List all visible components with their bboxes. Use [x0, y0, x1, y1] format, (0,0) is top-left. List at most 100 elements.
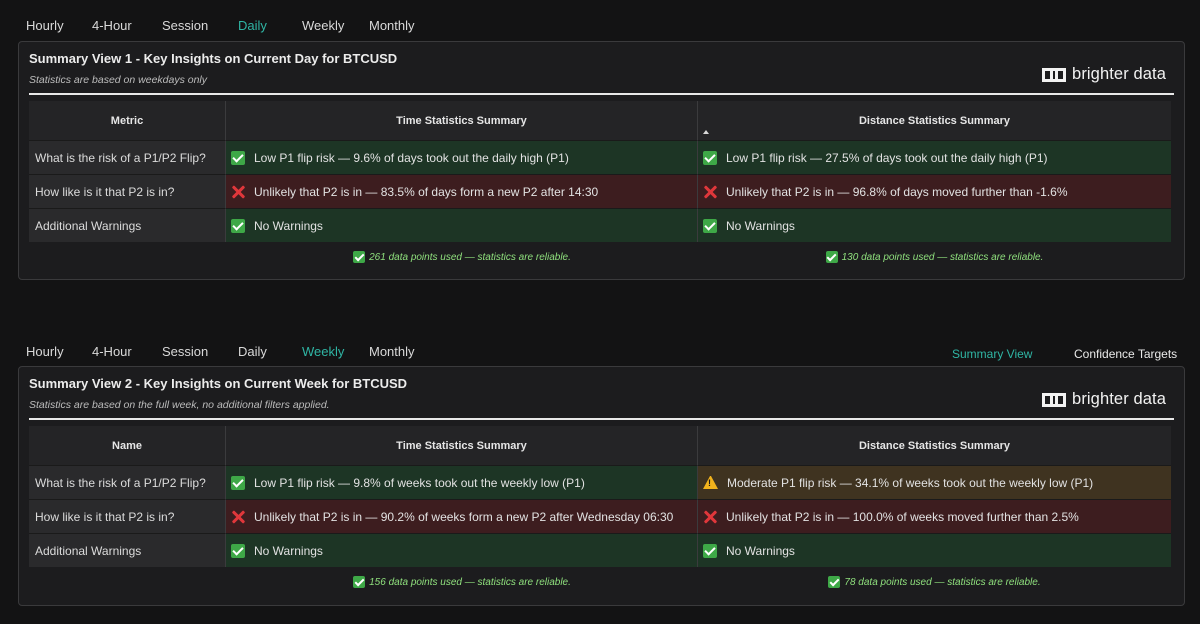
- row-label: What is the risk of a P1/P2 Flip?: [29, 140, 226, 174]
- distance-cell: No Warnings: [698, 208, 1171, 242]
- column-header-time[interactable]: Time Statistics Summary: [226, 101, 698, 140]
- cross-icon: [231, 185, 245, 199]
- table-row: How like is it that P2 is in? Unlikely t…: [29, 174, 1171, 208]
- table-header-row: Name Time Statistics Summary Distance St…: [29, 426, 1171, 465]
- check-icon: [703, 543, 717, 558]
- distance-cell: No Warnings: [698, 533, 1171, 567]
- distance-reliability-note: 130 data points used — statistics are re…: [698, 251, 1171, 263]
- distance-cell-text: No Warnings: [726, 218, 795, 233]
- time-reliability-note: 261 data points used — statistics are re…: [226, 251, 698, 263]
- column-header-distance[interactable]: Distance Statistics Summary: [698, 426, 1171, 465]
- brand-logo: brighter data: [1042, 390, 1166, 409]
- row-label: What is the risk of a P1/P2 Flip?: [29, 465, 226, 499]
- table-row: Additional Warnings No Warnings No Warni…: [29, 533, 1171, 567]
- tab-monthly[interactable]: Monthly: [369, 18, 415, 33]
- summary-table: Metric Time Statistics Summary Distance …: [29, 101, 1171, 272]
- column-header-name[interactable]: Name: [29, 426, 226, 465]
- summary-panel-2: Summary View 2 - Key Insights on Current…: [18, 366, 1185, 606]
- check-icon: [828, 576, 841, 588]
- cross-icon: [231, 510, 245, 524]
- distance-reliability-note: 78 data points used — statistics are rel…: [698, 576, 1171, 588]
- check-icon: [703, 150, 717, 165]
- time-cell-text: Unlikely that P2 is in — 90.2% of weeks …: [254, 509, 674, 524]
- time-cell: Low P1 flip risk — 9.8% of weeks took ou…: [226, 465, 698, 499]
- time-cell-text: No Warnings: [254, 218, 323, 233]
- tab-weekly[interactable]: Weekly: [302, 344, 344, 359]
- cross-icon: [703, 510, 717, 524]
- tab-session[interactable]: Session: [162, 344, 208, 359]
- table-header-row: Metric Time Statistics Summary Distance …: [29, 101, 1171, 140]
- distance-cell-text: Low P1 flip risk — 27.5% of days took ou…: [726, 150, 1048, 165]
- brighter-data-logo-icon: [1042, 67, 1067, 82]
- time-cell-text: No Warnings: [254, 543, 323, 558]
- row-label: How like is it that P2 is in?: [29, 499, 226, 533]
- table-row: How like is it that P2 is in? Unlikely t…: [29, 499, 1171, 533]
- brand-name: brighter data: [1072, 390, 1166, 408]
- reliability-footer: 156 data points used — statistics are re…: [29, 567, 1171, 597]
- time-cell-text: Low P1 flip risk — 9.6% of days took out…: [254, 150, 569, 165]
- column-header-distance-label: Distance Statistics Summary: [858, 114, 1010, 127]
- check-icon: [231, 475, 245, 490]
- time-cell-text: Low P1 flip risk — 9.8% of weeks took ou…: [254, 475, 585, 490]
- panel-title: Summary View 2 - Key Insights on Current…: [29, 376, 408, 391]
- cross-icon: [703, 185, 717, 199]
- check-icon: [825, 251, 838, 263]
- distance-cell: Unlikely that P2 is in — 96.8% of days m…: [698, 174, 1171, 208]
- check-icon: [353, 576, 366, 588]
- tab-confidence-targets[interactable]: Confidence Targets: [1074, 347, 1177, 361]
- distance-cell-text: Unlikely that P2 is in — 96.8% of days m…: [726, 184, 1068, 199]
- title-divider: [29, 418, 1174, 420]
- column-header-metric[interactable]: Metric: [29, 101, 226, 140]
- tab-session[interactable]: Session: [162, 18, 208, 33]
- row-label: Additional Warnings: [29, 208, 226, 242]
- distance-cell: Moderate P1 flip risk — 34.1% of weeks t…: [698, 465, 1171, 499]
- distance-cell-text: Moderate P1 flip risk — 34.1% of weeks t…: [727, 475, 1094, 490]
- panel-subtitle: Statistics are based on weekdays only: [29, 74, 208, 86]
- column-header-distance[interactable]: Distance Statistics Summary: [698, 101, 1171, 140]
- check-icon: [353, 251, 366, 263]
- tab-daily[interactable]: Daily: [238, 344, 267, 359]
- distance-reliability-text: 78 data points used — statistics are rel…: [844, 576, 1041, 588]
- table-row: What is the risk of a P1/P2 Flip? Low P1…: [29, 465, 1171, 499]
- time-reliability-text: 261 data points used — statistics are re…: [369, 251, 571, 263]
- column-header-time[interactable]: Time Statistics Summary: [226, 426, 698, 465]
- check-icon: [231, 150, 245, 165]
- check-icon: [703, 218, 717, 233]
- distance-cell: Low P1 flip risk — 27.5% of days took ou…: [698, 140, 1171, 174]
- brighter-data-logo-icon: [1042, 392, 1067, 407]
- time-reliability-text: 156 data points used — statistics are re…: [369, 576, 571, 588]
- reliability-footer: 261 data points used — statistics are re…: [29, 242, 1171, 272]
- tab-4-hour[interactable]: 4-Hour: [92, 344, 132, 359]
- panel-title: Summary View 1 - Key Insights on Current…: [29, 51, 398, 66]
- table-row: Additional Warnings No Warnings No Warni…: [29, 208, 1171, 242]
- table-row: What is the risk of a P1/P2 Flip? Low P1…: [29, 140, 1171, 174]
- tab-weekly[interactable]: Weekly: [302, 18, 344, 33]
- row-label: Additional Warnings: [29, 533, 226, 567]
- distance-reliability-text: 130 data points used — statistics are re…: [841, 251, 1044, 263]
- tab-monthly[interactable]: Monthly: [369, 344, 415, 359]
- check-icon: [231, 218, 245, 233]
- distance-cell-text: No Warnings: [726, 543, 795, 558]
- row-label: How like is it that P2 is in?: [29, 174, 226, 208]
- time-cell: Low P1 flip risk — 9.6% of days took out…: [226, 140, 698, 174]
- timeframe-tabs-1: Hourly 4-Hour Session Daily Weekly Month…: [0, 12, 1200, 40]
- check-icon: [231, 543, 245, 558]
- tab-hourly[interactable]: Hourly: [26, 344, 64, 359]
- time-cell-text: Unlikely that P2 is in — 83.5% of days f…: [254, 184, 599, 199]
- distance-cell-text: Unlikely that P2 is in — 100.0% of weeks…: [726, 509, 1079, 524]
- summary-panel-1: Summary View 1 - Key Insights on Current…: [18, 41, 1185, 280]
- title-divider: [29, 93, 1174, 95]
- tab-daily[interactable]: Daily: [238, 18, 267, 33]
- time-cell: Unlikely that P2 is in — 90.2% of weeks …: [226, 499, 698, 533]
- tab-4-hour[interactable]: 4-Hour: [92, 18, 132, 33]
- brand-name: brighter data: [1072, 65, 1166, 83]
- tab-hourly[interactable]: Hourly: [26, 18, 64, 33]
- time-cell: No Warnings: [226, 533, 698, 567]
- time-cell: No Warnings: [226, 208, 698, 242]
- summary-table: Name Time Statistics Summary Distance St…: [29, 426, 1171, 597]
- brand-logo: brighter data: [1042, 65, 1166, 84]
- sort-ascending-icon: [703, 130, 709, 134]
- panel-subtitle: Statistics are based on the full week, n…: [29, 399, 330, 411]
- tab-summary-view[interactable]: Summary View: [952, 347, 1032, 361]
- warning-icon: [703, 476, 718, 489]
